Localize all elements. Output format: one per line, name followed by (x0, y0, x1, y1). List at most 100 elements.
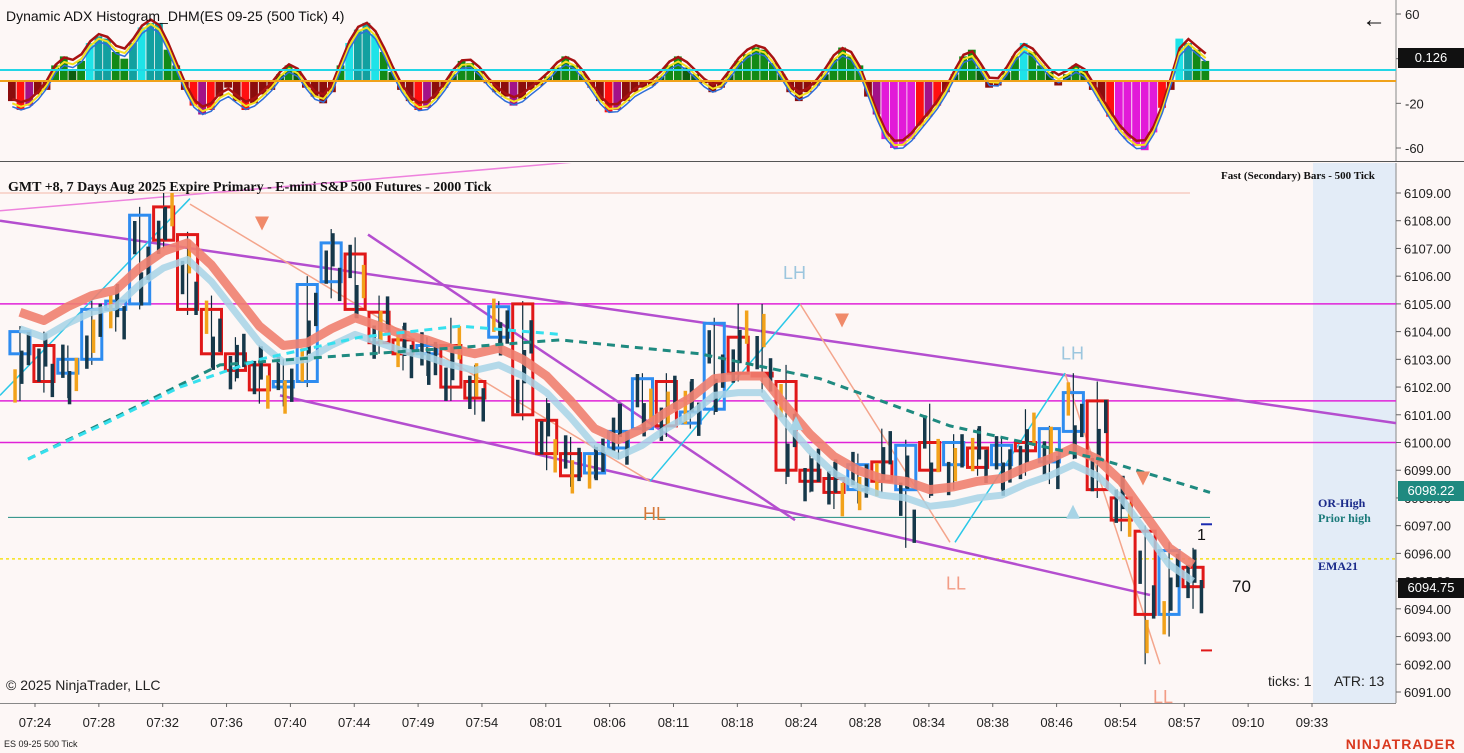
secondary-bar (563, 435, 568, 469)
indicator-tick-label: 60 (1405, 7, 1419, 22)
secondary-bar (85, 335, 89, 369)
secondary-bar (1080, 403, 1084, 438)
status-footer (0, 737, 1464, 753)
count-one-label: 1 (1197, 527, 1206, 544)
secondary-bar (857, 476, 862, 511)
time-tick-label: 08:57 (1168, 715, 1201, 730)
secondary-bar (635, 374, 640, 408)
swing-label-lh: LH (1061, 343, 1084, 363)
time-axis[interactable]: 07:24 07:28 07:32 07:36 07:40 07:44 07:49 07:54… (0, 703, 1464, 737)
price-tick-label: 6102.00 (1404, 380, 1451, 395)
time-tick-label: 09:33 (1296, 715, 1329, 730)
time-tick-label: 08:11 (658, 715, 690, 730)
or-high-label: OR-High (1318, 496, 1366, 510)
secondary-bar (618, 403, 622, 437)
chart-title: GMT +8, 7 Days Aug 2025 Expire Primary -… (8, 180, 492, 195)
price-tick-label: 6097.00 (1404, 519, 1451, 534)
secondary-series-title: Fast (Secondary) Bars - 500 Tick (1221, 170, 1375, 182)
secondary-bar (266, 375, 270, 409)
price-tick-label: 6100.00 (1404, 436, 1451, 451)
secondary-bar (707, 330, 711, 364)
histogram-bar (129, 43, 137, 81)
secondary-bar (300, 348, 304, 382)
time-tick-label: 07:36 (210, 715, 243, 730)
secondary-bar (786, 443, 790, 477)
secondary-bar (290, 368, 294, 402)
secondary-bar (218, 318, 222, 352)
time-tick-label: 07:40 (274, 715, 307, 730)
secondary-bar (50, 363, 55, 398)
secondary-bar (444, 367, 448, 401)
secondary-bar (738, 329, 742, 364)
ticks-counter: ticks: 1 (1268, 673, 1312, 689)
price-tick-label: 6096.00 (1404, 546, 1451, 561)
secondary-bar (337, 267, 342, 302)
price-tick-label: 6094.00 (1404, 602, 1451, 617)
secondary-bar (283, 380, 287, 414)
secondary-bar (840, 483, 845, 517)
histogram-bar (898, 81, 907, 146)
secondary-bar (994, 436, 999, 470)
price-tick-label: 6105.00 (1404, 297, 1451, 312)
price-tick-label: 6093.00 (1404, 630, 1451, 645)
secondary-bar (529, 320, 533, 354)
secondary-bar (923, 415, 927, 449)
secondary-bar (468, 375, 472, 409)
secondary-bar (1025, 429, 1029, 463)
instrument-label: ES 09-25 500 Tick (4, 739, 78, 749)
indicator-value-box: 0.126 (1398, 48, 1464, 68)
time-tick-label: 07:24 (19, 715, 52, 730)
secondary-bar (355, 285, 359, 319)
secondary-bar (970, 437, 975, 472)
secondary-bar (936, 438, 940, 473)
secondary-bar (331, 233, 335, 267)
secondary-bar (481, 388, 485, 422)
secondary-bar (228, 356, 233, 390)
secondary-bar (180, 260, 185, 295)
time-tick-label: 08:18 (721, 715, 754, 730)
secondary-bar (348, 244, 352, 279)
swing-label-ll: LL (946, 573, 966, 593)
price-tick-label: 6092.00 (1404, 657, 1451, 672)
swing-label-hl: HL (643, 504, 666, 524)
secondary-bar (37, 348, 41, 382)
secondary-bar (570, 460, 575, 494)
time-tick-label: 08:28 (849, 715, 882, 730)
secondary-bar (1104, 399, 1108, 434)
secondary-bar (235, 344, 239, 379)
price-tick-label: 6108.00 (1404, 214, 1451, 229)
secondary-bar (204, 300, 209, 334)
time-tick-label: 08:01 (530, 715, 563, 730)
chart-background (0, 163, 1464, 703)
secondary-bar (1138, 550, 1142, 584)
secondary-bar (61, 344, 65, 378)
price-chart-panel[interactable]: HL LH LH LL LL 6109.00 6108.00 6107.00 6106.00 61… (0, 163, 1464, 703)
secondary-bar (953, 448, 958, 482)
secondary-bar (888, 431, 892, 465)
secondary-bar (912, 509, 916, 543)
price-tick-label: 6104.00 (1404, 325, 1451, 340)
secondary-bar (516, 379, 520, 414)
secondary-bar (803, 468, 807, 502)
bar-count-label: 70 (1232, 577, 1251, 596)
secondary-bar (744, 310, 749, 344)
secondary-bar (91, 319, 96, 353)
indicator-tick-label: -60 (1405, 141, 1424, 156)
secondary-bar (546, 403, 551, 437)
secondary-bar (211, 336, 215, 370)
prior-high-label: Prior high (1318, 511, 1371, 525)
back-arrow-icon[interactable]: ← (1362, 6, 1386, 34)
price-tick-label: 6106.00 (1404, 269, 1451, 284)
adx-histogram-panel: 6020-20-60 (0, 0, 1464, 162)
time-tick-label: 09:10 (1232, 715, 1265, 730)
secondary-bar (74, 357, 79, 392)
price-tick-label: 6101.00 (1404, 408, 1451, 423)
price-tick-label: 6103.00 (1404, 352, 1451, 367)
secondary-bar (1162, 601, 1166, 635)
copyright-text: © 2025 NinjaTrader, LLC (6, 677, 161, 693)
secondary-bar (762, 313, 766, 348)
indicator-tick-label: -20 (1405, 96, 1424, 111)
price-tick-label: 6107.00 (1404, 241, 1451, 256)
secondary-bar (324, 250, 328, 284)
secondary-bar (827, 471, 831, 505)
